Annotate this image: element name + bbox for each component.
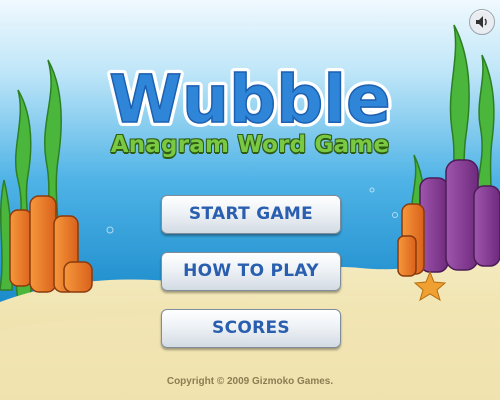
- scores-label: SCORES: [212, 318, 290, 338]
- orange-coral-right: [397, 203, 425, 277]
- start-game-label: START GAME: [188, 204, 314, 224]
- game-title-shine: Wubble: [109, 61, 391, 138]
- how-to-play-button[interactable]: HOW TO PLAY: [161, 252, 341, 291]
- scores-button[interactable]: SCORES: [161, 309, 341, 348]
- game-screen: Wubble Wubble Anagram Word Game START GA…: [0, 0, 500, 400]
- game-logo: Wubble Wubble: [105, 57, 395, 140]
- copyright-text: Copyright © 2009 Gizmoko Games.: [166, 376, 334, 387]
- start-game-button[interactable]: START GAME: [161, 195, 341, 234]
- game-subtitle: Anagram Word Game: [110, 132, 390, 158]
- how-to-play-label: HOW TO PLAY: [183, 261, 319, 281]
